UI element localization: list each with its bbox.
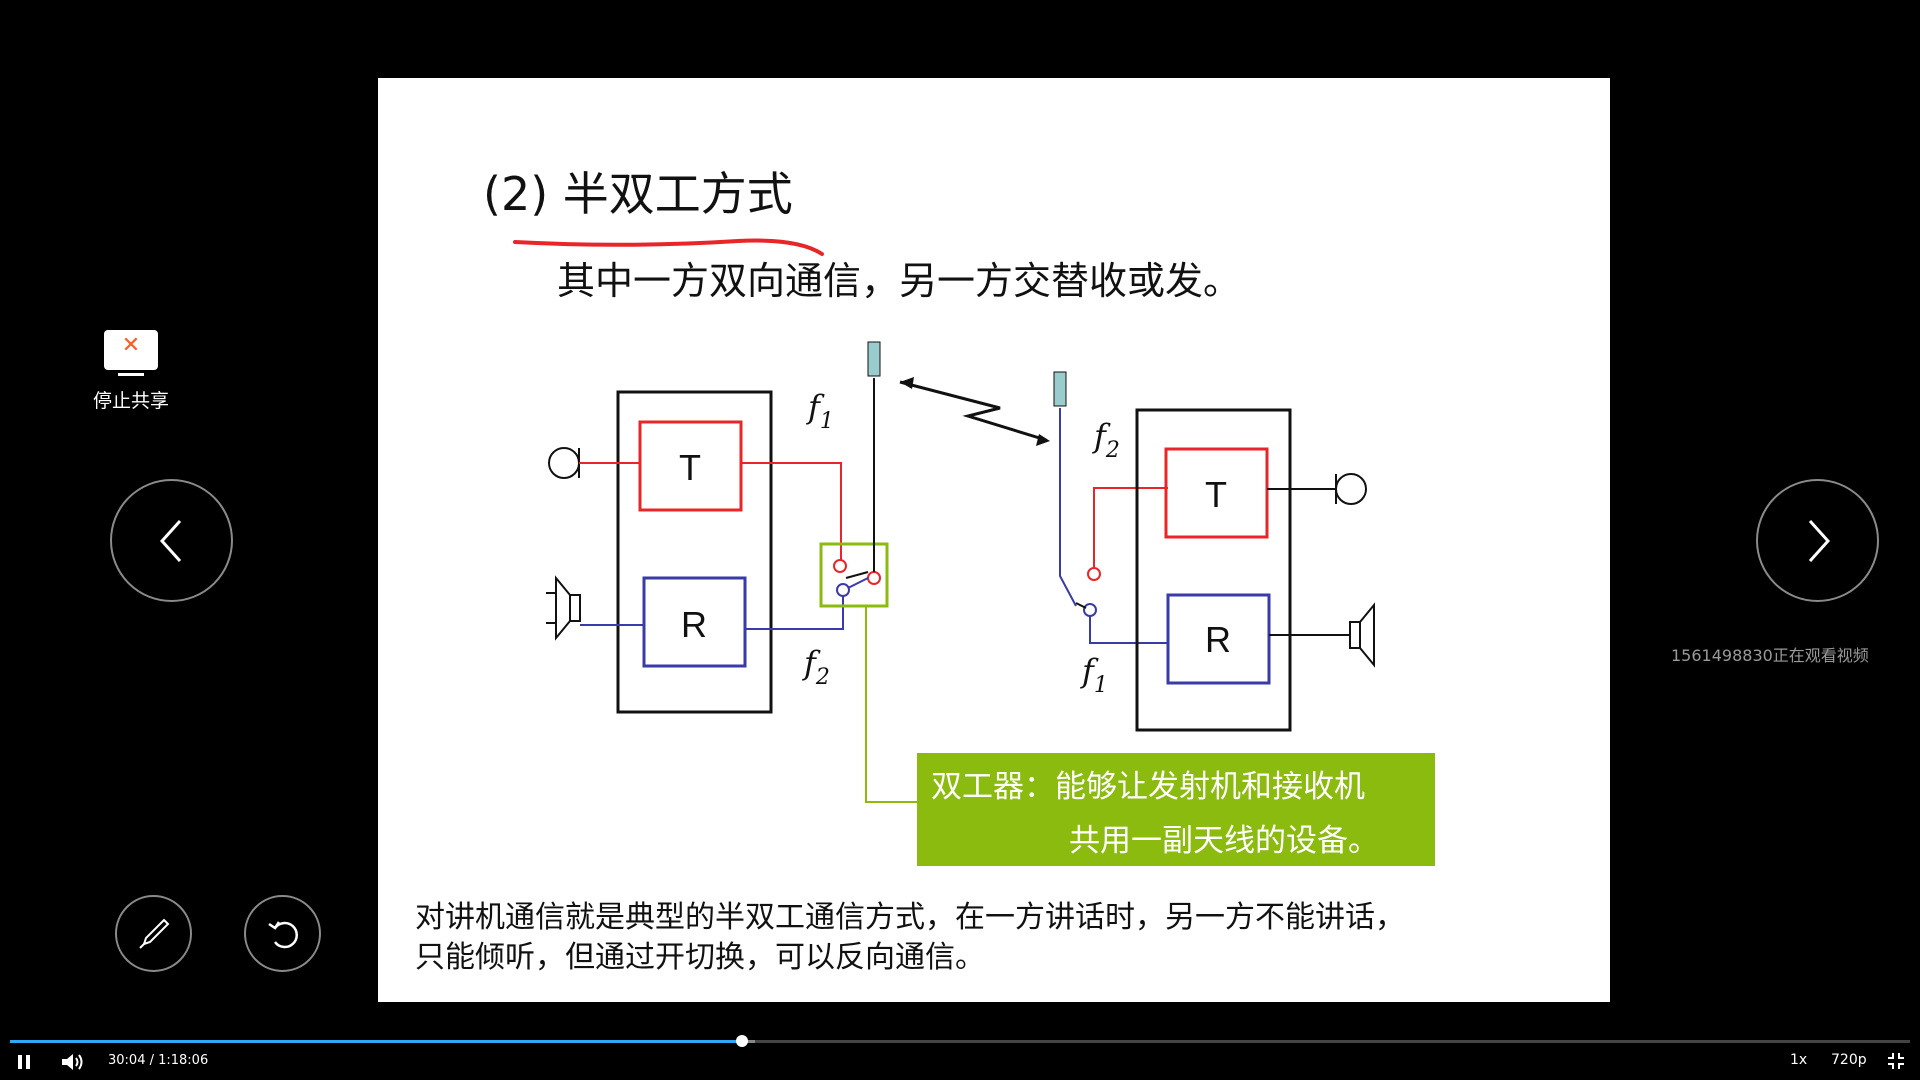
time-display: 30:04 / 1:18:06 xyxy=(108,1053,209,1068)
right-receiver-label: R xyxy=(1205,619,1231,660)
progress-knob[interactable] xyxy=(735,1035,748,1047)
f1-right-label: f1 xyxy=(1080,652,1108,698)
volume-icon xyxy=(62,1054,83,1070)
pen-icon xyxy=(138,918,169,949)
left-receiver-label: R xyxy=(681,604,707,645)
right-microphone-icon xyxy=(1335,473,1367,505)
stop-share-label: 停止共享 xyxy=(92,390,169,412)
presentation-slide: (2) 半双工方式 其中一方双向通信，另一方交替收或发。 T R T R f1 … xyxy=(378,78,1610,1002)
pen-button[interactable] xyxy=(115,895,192,972)
duplexer-note: 双工器：能够让发射机和接收机 共用一副天线的设备。 xyxy=(917,753,1435,866)
next-slide-button[interactable] xyxy=(1756,479,1879,602)
undo-button[interactable] xyxy=(244,895,321,972)
quality-button[interactable]: 720p xyxy=(1831,1052,1867,1068)
right-speaker-icon xyxy=(1349,602,1375,668)
chevron-left-icon xyxy=(159,519,181,562)
chevron-right-icon xyxy=(1808,519,1830,562)
exit-fullscreen-icon xyxy=(1888,1053,1904,1069)
f2-left-label: f2 xyxy=(802,644,830,690)
pause-icon xyxy=(18,1055,22,1069)
playback-speed-button[interactable]: 1x xyxy=(1790,1052,1807,1068)
stop-share-icon: ✕ xyxy=(104,330,158,376)
red-underline-mark xyxy=(513,238,824,256)
right-transmitter-label: T xyxy=(1205,474,1227,515)
f2-right-label: f2 xyxy=(1092,417,1120,463)
pause-button[interactable] xyxy=(14,1052,34,1072)
undo-icon xyxy=(267,920,298,948)
left-speaker-icon xyxy=(546,575,581,641)
progress-bar[interactable] xyxy=(10,1035,1910,1047)
stop-share-button[interactable]: ✕ 停止共享 xyxy=(86,330,176,413)
right-antenna-icon xyxy=(1053,371,1067,407)
duplexer-note-line1: 双工器：能够让发射机和接收机 xyxy=(931,769,1365,805)
previous-slide-button[interactable] xyxy=(110,479,233,602)
duplexer-note-line2: 共用一副天线的设备。 xyxy=(1069,823,1379,859)
volume-button[interactable] xyxy=(60,1051,86,1073)
left-microphone-icon xyxy=(548,447,580,479)
exit-fullscreen-button[interactable] xyxy=(1887,1052,1905,1070)
slide-footer-line1: 对讲机通信就是典型的半双工通信方式，在一方讲话时，另一方不能讲话， xyxy=(415,900,1405,935)
radio-link-icon xyxy=(899,377,1050,446)
slide-footer-line2: 只能倾听，但通过开切换，可以反向通信。 xyxy=(415,940,985,975)
left-transmitter-label: T xyxy=(679,447,701,488)
f1-left-label: f1 xyxy=(806,388,834,434)
progress-played xyxy=(10,1040,742,1043)
viewer-watermark: 1561498830正在观看视频 xyxy=(1671,646,1869,665)
left-antenna-icon xyxy=(867,341,881,377)
